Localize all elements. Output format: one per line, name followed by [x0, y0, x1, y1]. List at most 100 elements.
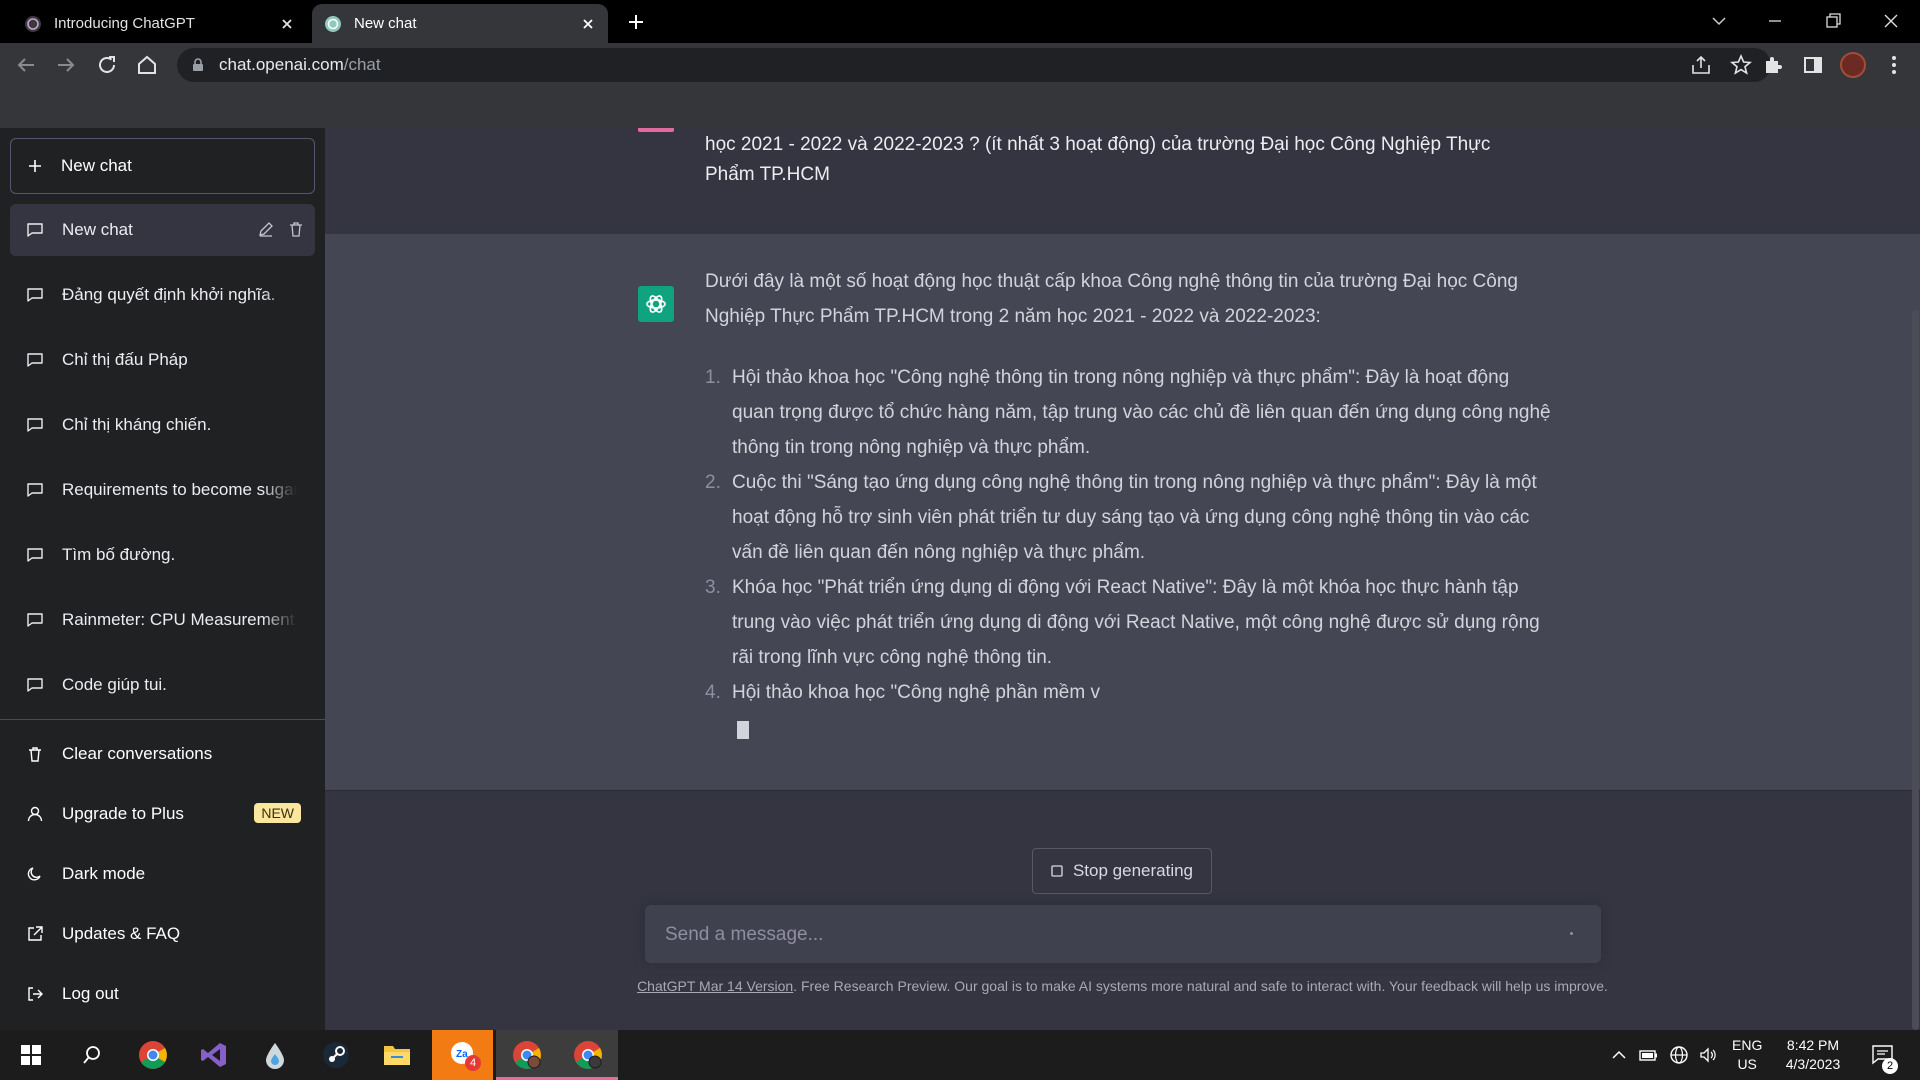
history-item[interactable]: Requirements to become sugar [10, 464, 315, 516]
tab-new-chat[interactable]: New chat [312, 4, 608, 43]
message-input[interactable] [663, 921, 1547, 949]
page-top-strip [0, 87, 1920, 129]
restore-icon[interactable] [1820, 8, 1846, 34]
notification-count-badge: 2 [1882, 1058, 1898, 1074]
external-link-icon [28, 926, 43, 941]
url-host: chat.openai.com [219, 55, 344, 74]
taskbar-chrome-window[interactable] [496, 1030, 557, 1080]
trash-icon[interactable] [287, 220, 305, 238]
start-button[interactable] [0, 1030, 61, 1080]
message-composer [645, 905, 1601, 963]
back-arrow-icon[interactable] [14, 53, 38, 77]
browser-menu-icon[interactable] [1882, 53, 1906, 77]
side-panel-icon[interactable] [1801, 53, 1825, 77]
history-item[interactable]: New chat [10, 204, 315, 256]
list-number: 1. [705, 367, 721, 388]
history-item[interactable]: Tìm bố đường. [10, 529, 315, 581]
user-avatar [638, 128, 674, 132]
browser-toolbar: chat.openai.com/chat [0, 43, 1920, 87]
new-chat-button[interactable]: New chat [10, 138, 315, 194]
list-item-text: Cuộc thi "Sáng tạo ứng dụng công nghệ th… [732, 472, 1537, 563]
generating-indicator [1570, 932, 1573, 935]
assistant-intro-text: Dưới đây là một số hoạt động học thuật c… [705, 271, 1518, 327]
updates-faq-link[interactable]: Updates & FAQ [10, 909, 315, 959]
tab-introducing-chatgpt[interactable]: Introducing ChatGPT [12, 4, 307, 43]
chat-bubble-icon [27, 223, 43, 237]
extensions-puzzle-icon[interactable] [1761, 53, 1785, 77]
forward-arrow-icon[interactable] [54, 53, 78, 77]
plus-icon [29, 160, 41, 172]
history-label: Tìm bố đường. [62, 545, 176, 564]
home-icon[interactable] [135, 53, 159, 77]
battery-icon[interactable] [1638, 1045, 1658, 1065]
history-label: Code giúp tui. [62, 675, 167, 694]
history-item[interactable]: Rainmeter: CPU Measurement [10, 594, 315, 646]
globe-network-icon[interactable] [1669, 1045, 1689, 1065]
windows-taskbar: Za 4 ENG US 8:42 PM 4/3/2023 2 [0, 1030, 1920, 1080]
chat-bubble-icon [27, 548, 43, 562]
clear-conversations-button[interactable]: Clear conversations [10, 729, 315, 779]
clear-conversations-label: Clear conversations [62, 744, 213, 763]
list-item-text: Khóa học "Phát triển ứng dụng di động vớ… [732, 577, 1540, 668]
chrome-icon [573, 1041, 602, 1069]
log-out-button[interactable]: Log out [10, 969, 315, 1019]
version-link[interactable]: ChatGPT Mar 14 Version [637, 978, 793, 994]
tab-search-chevron-icon[interactable] [1706, 8, 1732, 34]
clock[interactable]: 8:42 PM 4/3/2023 [1778, 1036, 1848, 1074]
close-window-icon[interactable] [1878, 8, 1904, 34]
search-button[interactable] [61, 1030, 122, 1080]
taskbar-rainmeter[interactable] [244, 1030, 305, 1080]
minimize-icon[interactable] [1762, 8, 1788, 34]
speaker-volume-icon[interactable] [1698, 1045, 1718, 1065]
list-number: 2. [705, 472, 721, 493]
history-item[interactable]: Đảng quyết định khởi nghĩa. [10, 269, 315, 321]
new-badge: NEW [254, 803, 301, 823]
history-item[interactable]: Chỉ thị đấu Pháp [10, 334, 315, 386]
edit-pencil-icon[interactable] [257, 220, 275, 238]
lock-icon[interactable] [191, 58, 205, 72]
folder-icon [383, 1046, 410, 1065]
share-icon[interactable] [1689, 53, 1713, 77]
chat-bubble-icon [27, 288, 43, 302]
history-item[interactable]: Chỉ thị kháng chiến. [10, 399, 315, 451]
input-language-indicator[interactable]: ENG US [1732, 1036, 1762, 1074]
clock-time: 8:42 PM [1786, 1037, 1840, 1053]
footer-text: . Free Research Preview. Our goal is to … [793, 978, 1608, 994]
taskbar-chrome[interactable] [122, 1030, 183, 1080]
search-icon [82, 1046, 100, 1064]
language-code: ENG [1732, 1037, 1763, 1053]
close-tab-icon[interactable] [580, 16, 596, 32]
history-label: Rainmeter: CPU Measurement [62, 610, 295, 629]
taskbar-file-explorer[interactable] [366, 1030, 427, 1080]
profile-avatar[interactable] [1840, 52, 1866, 78]
taskbar-visual-studio[interactable] [183, 1030, 244, 1080]
taskbar-zalo[interactable]: Za 4 [432, 1030, 493, 1080]
close-tab-icon[interactable] [279, 16, 295, 32]
assistant-avatar [638, 286, 674, 322]
history-item[interactable]: Code giúp tui. [10, 659, 315, 711]
assistant-list: 1. Hội thảo khoa học "Công nghệ thông tin… [705, 360, 1555, 710]
bookmark-star-icon[interactable] [1729, 53, 1753, 77]
taskbar-steam[interactable] [305, 1030, 366, 1080]
user-icon [27, 806, 43, 822]
address-bar[interactable]: chat.openai.com/chat [177, 48, 1771, 82]
list-item-text: Hội thảo khoa học "Công nghệ phần mềm v [732, 682, 1100, 703]
openai-logo-icon [646, 295, 666, 313]
chevron-up-icon[interactable] [1609, 1045, 1629, 1065]
history-actions [257, 220, 305, 238]
log-out-label: Log out [62, 984, 119, 1003]
new-tab-plus-icon[interactable] [624, 10, 648, 34]
stop-generating-button[interactable]: Stop generating [1032, 848, 1212, 894]
upgrade-to-plus-button[interactable]: Upgrade to Plus NEW [10, 789, 315, 839]
zalo-unread-badge: 4 [465, 1055, 481, 1071]
chat-bubble-icon [27, 483, 43, 497]
keyboard-layout: US [1737, 1056, 1757, 1072]
stop-square-icon [1051, 865, 1063, 877]
dark-mode-toggle[interactable]: Dark mode [10, 849, 315, 899]
taskbar-chrome-window[interactable] [557, 1030, 618, 1080]
conversation-scrollbar[interactable] [1912, 310, 1919, 1030]
dark-mode-label: Dark mode [62, 864, 146, 883]
windows-logo-icon [20, 1045, 41, 1065]
reload-icon[interactable] [95, 53, 119, 77]
sidebar: New chat New chat Đảng quyết định khởi n… [0, 128, 325, 1030]
